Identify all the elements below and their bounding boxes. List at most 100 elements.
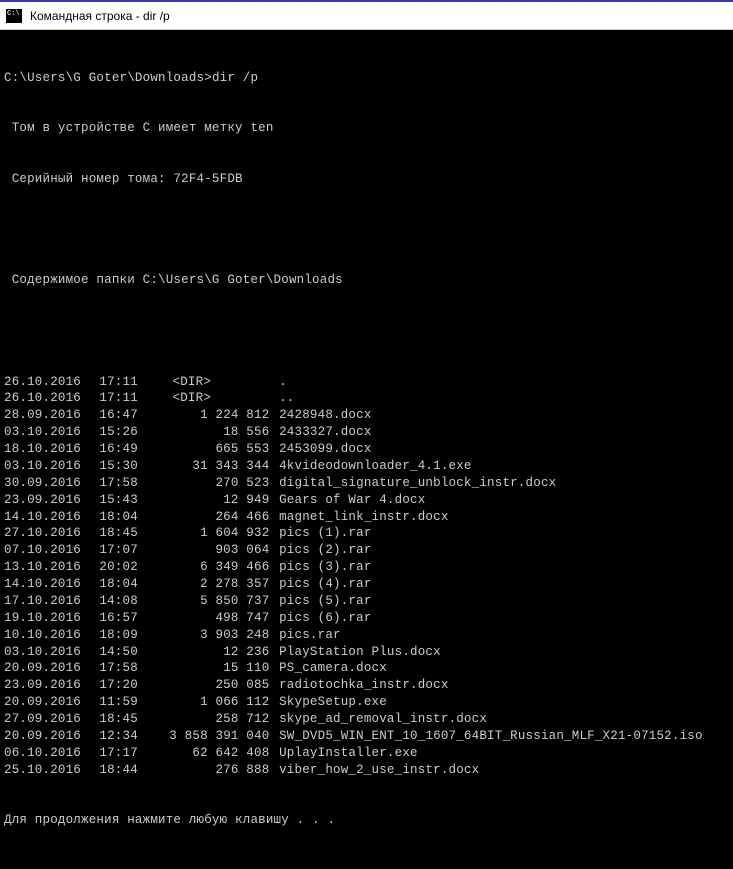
entry-time: 17:11 [99,390,149,407]
entry-date: 20.09.2016 [4,728,84,745]
entry-time: 15:26 [99,424,149,441]
entry-date: 19.10.2016 [4,610,84,627]
entry-size: 258 712 [149,711,269,728]
entry-date: 23.09.2016 [4,492,84,509]
list-item: 27.10.2016 18:451 604 932 pics (1).rar [4,525,729,542]
entry-time: 16:47 [99,407,149,424]
entry-time: 18:44 [99,762,149,779]
list-item: 27.09.2016 18:45258 712 skype_ad_removal… [4,711,729,728]
entry-name: SW_DVD5_WIN_ENT_10_1607_64BIT_Russian_ML… [269,729,702,743]
cmd-icon [6,9,22,23]
entry-size: 264 466 [149,509,269,526]
list-item: 13.10.2016 20:026 349 466 pics (3).rar [4,559,729,576]
list-item: 17.10.2016 14:085 850 737 pics (5).rar [4,593,729,610]
entry-date: 26.10.2016 [4,374,84,391]
entry-name: pics (3).rar [269,560,371,574]
entry-size: 903 064 [149,542,269,559]
list-item: 28.09.2016 16:471 224 812 2428948.docx [4,407,729,424]
entry-name: SkypeSetup.exe [269,695,387,709]
entry-time: 17:11 [99,374,149,391]
dir-marker: <DIR> [149,390,269,407]
entry-time: 14:50 [99,644,149,661]
entry-size: 62 642 408 [149,745,269,762]
entry-date: 20.09.2016 [4,660,84,677]
entry-date: 03.10.2016 [4,644,84,661]
prompt-command: dir /p [212,71,258,85]
list-item: 23.09.2016 17:20250 085 radiotochka_inst… [4,677,729,694]
directory-header: Содержимое папки C:\Users\G Goter\Downlo… [4,272,729,289]
entry-time: 18:04 [99,509,149,526]
entry-size: 1 604 932 [149,525,269,542]
entry-size: 12 949 [149,492,269,509]
entry-size: 250 085 [149,677,269,694]
list-item: 07.10.2016 17:07903 064 pics (2).rar [4,542,729,559]
entry-name: viber_how_2_use_instr.docx [269,763,479,777]
entry-name: magnet_link_instr.docx [269,510,448,524]
entry-date: 14.10.2016 [4,576,84,593]
prompt-line: C:\Users\G Goter\Downloads>dir /p [4,70,729,87]
terminal-output[interactable]: C:\Users\G Goter\Downloads>dir /p Том в … [0,30,733,869]
entry-date: 18.10.2016 [4,441,84,458]
entry-date: 17.10.2016 [4,593,84,610]
continue-prompt: Для продолжения нажмите любую клавишу . … [4,812,729,829]
entry-date: 27.10.2016 [4,525,84,542]
entry-name: 2433327.docx [269,425,371,439]
entry-date: 07.10.2016 [4,542,84,559]
list-item: 23.09.2016 15:4312 949 Gears of War 4.do… [4,492,729,509]
entry-time: 18:45 [99,525,149,542]
titlebar[interactable]: Командная строка - dir /p [0,2,733,30]
entry-size: 5 850 737 [149,593,269,610]
list-item: 20.09.2016 11:591 066 112 SkypeSetup.exe [4,694,729,711]
entry-name: pics (4).rar [269,577,371,591]
entry-size: 3 903 248 [149,627,269,644]
entry-time: 15:30 [99,458,149,475]
entry-date: 30.09.2016 [4,475,84,492]
entry-name: PS_camera.docx [269,661,387,675]
entry-time: 17:58 [99,475,149,492]
entry-size: 18 556 [149,424,269,441]
entry-size: 665 553 [149,441,269,458]
entry-time: 18:45 [99,711,149,728]
entry-time: 15:43 [99,492,149,509]
entry-size: 6 349 466 [149,559,269,576]
list-item: 26.10.2016 17:11 <DIR> . [4,374,729,391]
entry-name: .. [269,391,294,405]
entry-size: 3 858 391 040 [149,728,269,745]
entry-size: 1 224 812 [149,407,269,424]
entry-date: 26.10.2016 [4,390,84,407]
list-item: 03.10.2016 15:3031 343 344 4kvideodownlo… [4,458,729,475]
list-item: 20.09.2016 12:343 858 391 040 SW_DVD5_WI… [4,728,729,745]
entry-date: 03.10.2016 [4,424,84,441]
entry-name: pics (2).rar [269,543,371,557]
command-prompt-window: Командная строка - dir /p C:\Users\G Got… [0,0,733,561]
entry-date: 27.09.2016 [4,711,84,728]
entry-size: 270 523 [149,475,269,492]
entry-name: digital_signature_unblock_instr.docx [269,476,556,490]
list-item: 03.10.2016 15:2618 556 2433327.docx [4,424,729,441]
entry-size: 276 888 [149,762,269,779]
list-item: 25.10.2016 18:44276 888 viber_how_2_use_… [4,762,729,779]
entry-size: 498 747 [149,610,269,627]
entry-time: 18:04 [99,576,149,593]
entry-name: Gears of War 4.docx [269,493,425,507]
list-item: 18.10.2016 16:49665 553 2453099.docx [4,441,729,458]
list-item: 19.10.2016 16:57498 747 pics (6).rar [4,610,729,627]
titlebar-text: Командная строка - dir /p [30,9,170,23]
volume-label-line: Том в устройстве C имеет метку ten [4,120,729,137]
entry-name: pics (5).rar [269,594,371,608]
entry-size: 1 066 112 [149,694,269,711]
blank-line [4,222,729,239]
entry-date: 25.10.2016 [4,762,84,779]
list-item: 20.09.2016 17:5815 110 PS_camera.docx [4,660,729,677]
entry-size: 15 110 [149,660,269,677]
entry-date: 13.10.2016 [4,559,84,576]
entry-date: 10.10.2016 [4,627,84,644]
entry-date: 14.10.2016 [4,509,84,526]
entry-date: 20.09.2016 [4,694,84,711]
entry-time: 14:08 [99,593,149,610]
entry-time: 20:02 [99,559,149,576]
dir-marker: <DIR> [149,374,269,391]
prompt-path: C:\Users\G Goter\Downloads> [4,71,212,85]
list-item: 26.10.2016 17:11 <DIR> .. [4,390,729,407]
entry-time: 11:59 [99,694,149,711]
